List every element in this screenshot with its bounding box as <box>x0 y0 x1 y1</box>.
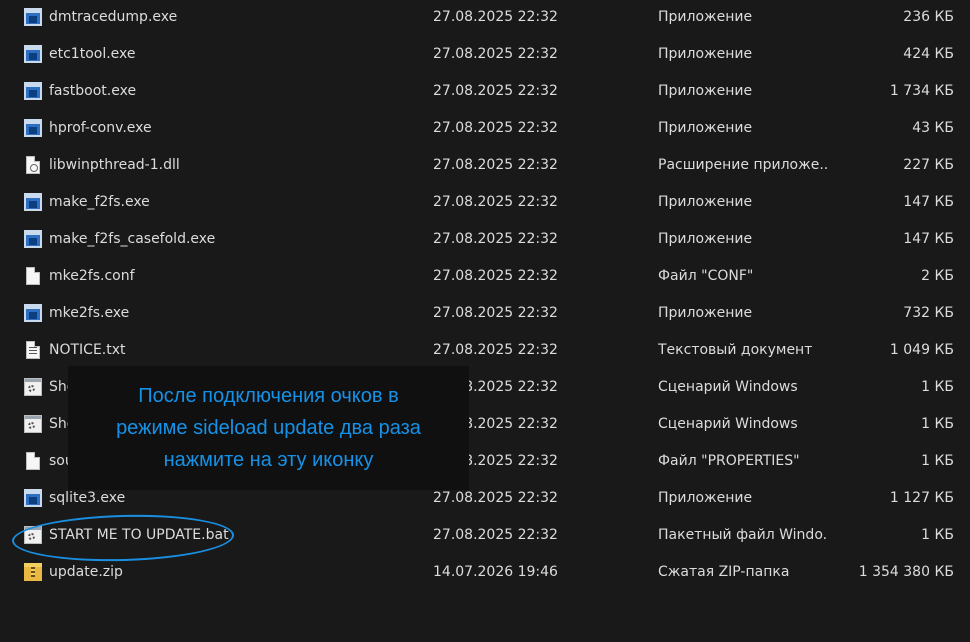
file-type: Приложение <box>658 46 753 62</box>
file-size: 1 734 КБ <box>889 83 954 99</box>
application-icon <box>24 230 42 248</box>
instruction-overlay: После подключения очков в режиме sideloa… <box>68 366 469 490</box>
file-size: 227 КБ <box>903 157 954 173</box>
file-date: 27.08.2025 22:32 <box>433 157 558 173</box>
file-size: 236 КБ <box>903 9 954 25</box>
document-icon <box>26 267 40 285</box>
file-type: Файл "CONF" <box>658 268 754 284</box>
file-row[interactable]: etc1tool.exe 27.08.2025 22:32 Приложение 42… <box>0 37 970 74</box>
file-name: mke2fs.conf <box>49 268 135 284</box>
zip-folder-icon <box>24 563 42 581</box>
file-date: 27.08.2025 22:32 <box>433 527 558 543</box>
file-date: 27.08.2025 22:32 <box>433 120 558 136</box>
file-size: 147 КБ <box>903 194 954 210</box>
file-date: 27.08.2025 22:32 <box>433 231 558 247</box>
file-type: Приложение <box>658 83 753 99</box>
file-size: 1 КБ <box>921 453 954 469</box>
file-size: 43 КБ <box>912 120 954 136</box>
file-type: Приложение <box>658 120 753 136</box>
file-type: Сценарий Windows <box>658 416 798 432</box>
file-row[interactable]: dmtracedump.exe 27.08.2025 22:32 Приложени… <box>0 0 970 37</box>
file-type: Сценарий Windows <box>658 379 798 395</box>
file-type: Приложение <box>658 231 753 247</box>
file-size: 424 КБ <box>903 46 954 62</box>
file-name: hprof-conv.exe <box>49 120 152 136</box>
instruction-line-1: После подключения очков в <box>138 385 399 407</box>
file-name: fastboot.exe <box>49 83 137 99</box>
file-type: Пакетный файл Windo... <box>658 527 828 543</box>
application-icon <box>24 193 42 211</box>
file-type: Текстовый документ <box>658 342 813 358</box>
file-date: 27.08.2025 22:32 <box>433 305 558 321</box>
file-row[interactable]: mke2fs.exe 27.08.2025 22:32 Приложение 732 … <box>0 296 970 333</box>
file-type: Приложение <box>658 305 753 321</box>
file-size: 2 КБ <box>921 268 954 284</box>
file-size: 1 049 КБ <box>889 342 954 358</box>
file-size: 147 КБ <box>903 231 954 247</box>
file-date: 27.08.2025 22:32 <box>433 46 558 62</box>
file-type: Приложение <box>658 9 753 25</box>
file-name: make_f2fs_casefold.exe <box>49 231 216 247</box>
file-row[interactable]: make_f2fs_casefold.exe 27.08.2025 22:32 Пр… <box>0 222 970 259</box>
file-size: 1 КБ <box>921 527 954 543</box>
application-icon <box>24 489 42 507</box>
file-row[interactable]: NOTICE.txt 27.08.2025 22:32 Текстовый доку… <box>0 333 970 370</box>
instruction-line-3: нажмите на эту иконку <box>163 449 374 471</box>
file-date: 27.08.2025 22:32 <box>433 83 558 99</box>
script-file-icon <box>24 378 42 396</box>
script-file-icon <box>24 415 42 433</box>
file-row[interactable]: hprof-conv.exe 27.08.2025 22:32 Приложение… <box>0 111 970 148</box>
document-icon <box>26 452 40 470</box>
application-icon <box>24 8 42 26</box>
file-type: Приложение <box>658 490 753 506</box>
dll-file-icon <box>26 156 40 174</box>
file-date: 27.08.2025 22:32 <box>433 194 558 210</box>
file-date: 27.08.2025 22:32 <box>433 342 558 358</box>
file-date: 27.08.2025 22:32 <box>433 268 558 284</box>
application-icon <box>24 119 42 137</box>
file-name: make_f2fs.exe <box>49 194 150 210</box>
file-name: etc1tool.exe <box>49 46 136 62</box>
file-name: dmtracedump.exe <box>49 9 178 25</box>
file-size: 1 127 КБ <box>889 490 954 506</box>
file-row[interactable]: fastboot.exe 27.08.2025 22:32 Приложение 1 … <box>0 74 970 111</box>
file-name: libwinpthread-1.dll <box>49 157 180 173</box>
file-row[interactable]: update.zip 14.07.2026 19:46 Сжатая ZIP-пап… <box>0 555 970 592</box>
file-size: 1 КБ <box>921 379 954 395</box>
instruction-line-2: режиме sideload update два раза <box>116 417 421 439</box>
file-type: Приложение <box>658 194 753 210</box>
application-icon <box>24 82 42 100</box>
file-row[interactable]: make_f2fs.exe 27.08.2025 22:32 Приложение 1… <box>0 185 970 222</box>
application-icon <box>24 304 42 322</box>
file-row[interactable]: libwinpthread-1.dll 27.08.2025 22:32 Расши… <box>0 148 970 185</box>
file-size: 1 КБ <box>921 416 954 432</box>
file-type: Расширение приложе... <box>658 157 828 173</box>
file-type: Файл "PROPERTIES" <box>658 453 800 469</box>
application-icon <box>24 45 42 63</box>
file-row[interactable]: mke2fs.conf 27.08.2025 22:32 Файл "CONF" 2 … <box>0 259 970 296</box>
file-name: mke2fs.exe <box>49 305 130 321</box>
file-name: NOTICE.txt <box>49 342 126 358</box>
file-date: 14.07.2026 19:46 <box>433 564 558 580</box>
file-date: 27.08.2025 22:32 <box>433 9 558 25</box>
file-size: 732 КБ <box>903 305 954 321</box>
file-size: 1 354 380 КБ <box>858 564 954 580</box>
text-file-icon <box>26 341 40 359</box>
file-type: Сжатая ZIP-папка <box>658 564 790 580</box>
